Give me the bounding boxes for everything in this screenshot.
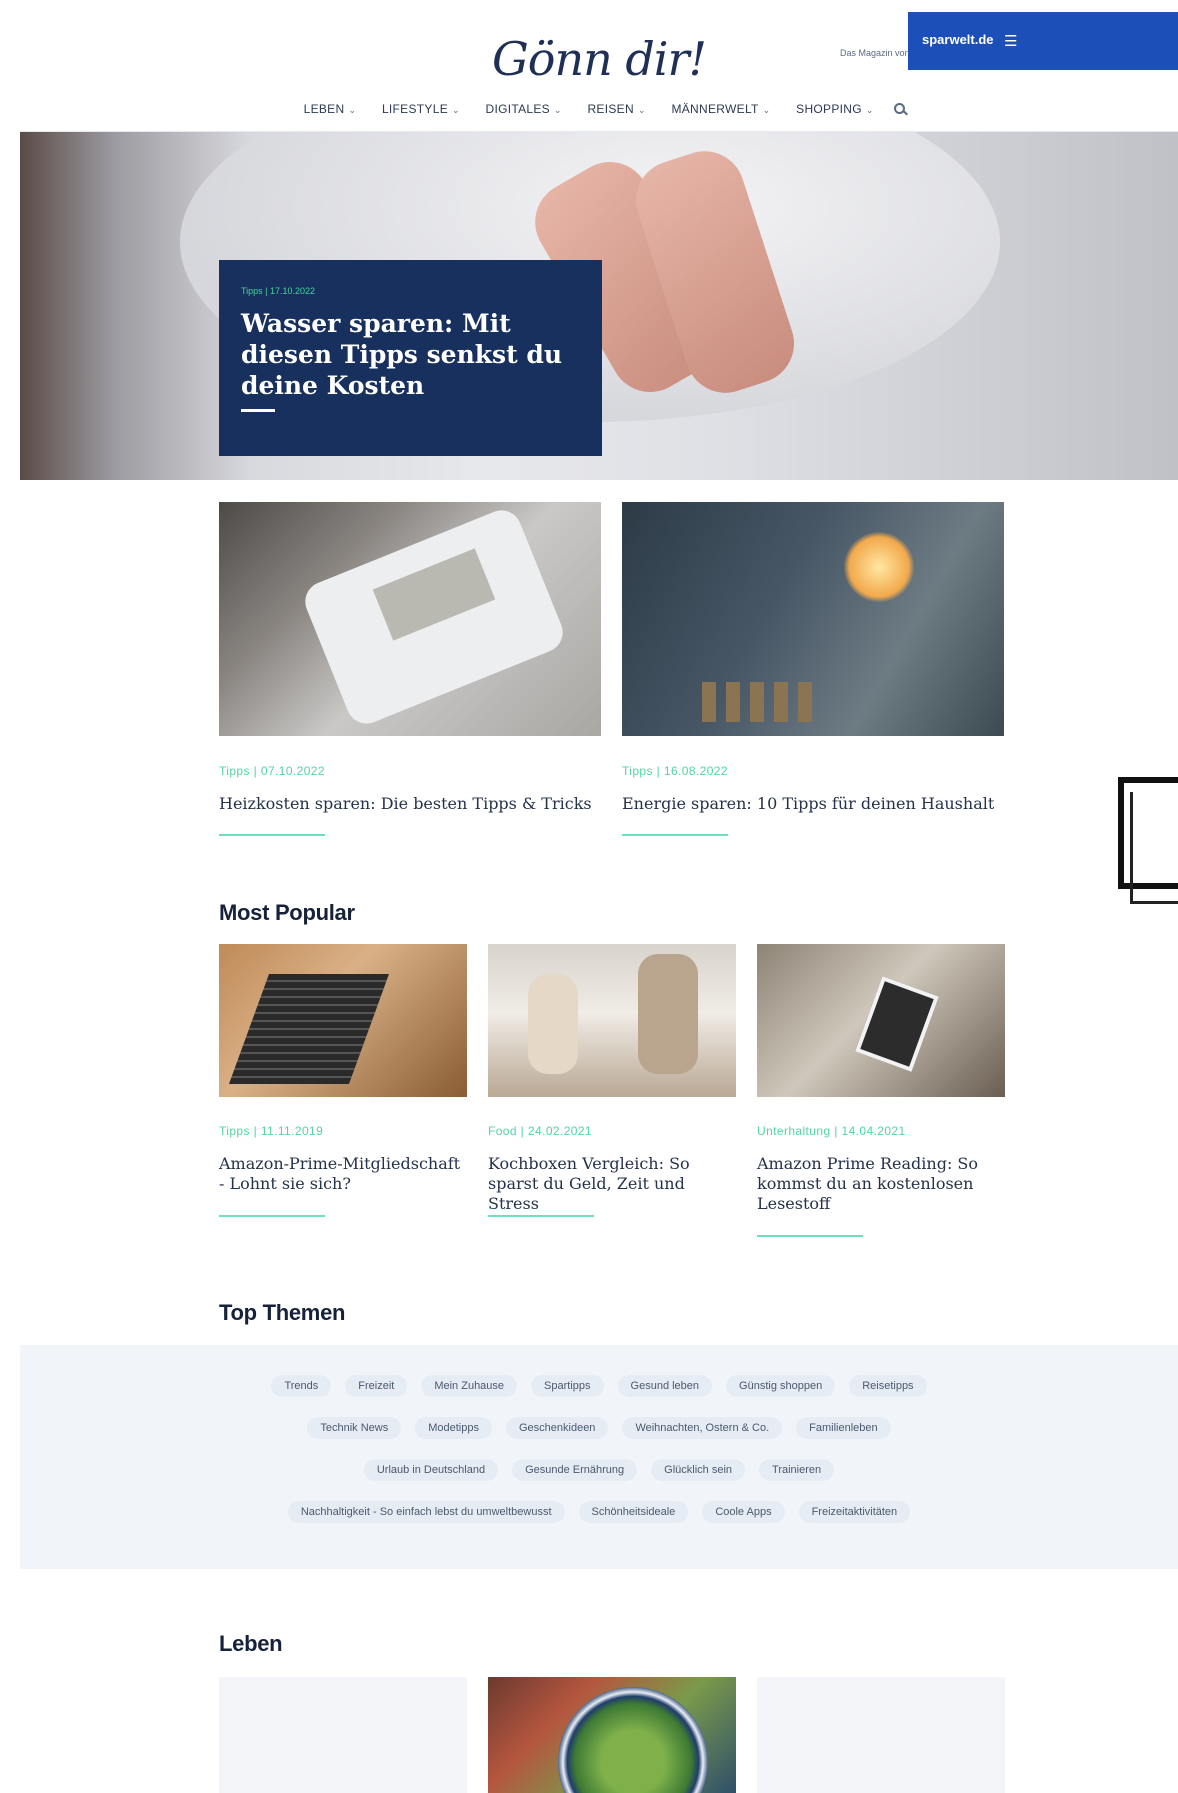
article-image-cooking[interactable] <box>488 944 736 1097</box>
nav-item-maennerwelt[interactable]: MÄNNERWELT ⌄ <box>671 102 770 116</box>
topic-tag[interactable]: Freizeit <box>345 1375 408 1397</box>
topic-tag[interactable]: Geschenkideen <box>505 1417 609 1439</box>
article-title[interactable]: Energie sparen: 10 Tipps für deinen Haus… <box>622 794 1002 814</box>
article-image-salad[interactable] <box>488 1677 736 1793</box>
article-image-placeholder[interactable] <box>219 1677 467 1793</box>
person-shape <box>528 974 578 1074</box>
article-meta: Food | 24.02.2021 <box>488 1124 592 1138</box>
topic-tag[interactable]: Weihnachten, Ostern & Co. <box>622 1417 783 1439</box>
coin-stacks <box>702 682 822 722</box>
article-underline <box>219 1215 325 1217</box>
topic-tag[interactable]: Urlaub in Deutschland <box>363 1459 499 1481</box>
nav-label: LEBEN <box>303 102 345 116</box>
decorative-bracket <box>1130 792 1178 904</box>
article-underline <box>757 1235 863 1237</box>
topic-tag[interactable]: Technik News <box>307 1417 402 1439</box>
article-title[interactable]: Kochboxen Vergleich: So sparst du Geld, … <box>488 1154 738 1214</box>
nav-label: SHOPPING <box>796 102 862 116</box>
nav-label: DIGITALES <box>485 102 550 116</box>
topic-tag[interactable]: Coole Apps <box>702 1501 785 1523</box>
lightbulb-glow <box>844 532 914 602</box>
chevron-down-icon: ⌄ <box>553 105 562 115</box>
topics-band: Trends Freizeit Mein Zuhause Spartipps G… <box>20 1345 1178 1569</box>
nav-item-lifestyle[interactable]: LIFESTYLE ⌄ <box>382 102 460 116</box>
brand-logo[interactable]: sparwelt.de <box>922 32 994 47</box>
brand-bar: sparwelt.de ☰ <box>908 12 1178 70</box>
topic-tag[interactable]: Mein Zuhause <box>421 1375 518 1397</box>
chevron-down-icon: ⌄ <box>865 105 874 115</box>
topic-tag[interactable]: Günstig shoppen <box>726 1375 836 1397</box>
main-nav: LEBEN ⌄ LIFESTYLE ⌄ DIGITALES ⌄ REISEN ⌄ MÄN… <box>20 102 1178 116</box>
section-title-top-themen: Top Themen <box>219 1300 346 1325</box>
article-image-lightbulb[interactable] <box>622 502 1004 736</box>
person-shape <box>638 954 698 1074</box>
topic-tag[interactable]: Gesund leben <box>617 1375 713 1397</box>
section-title-leben: Leben <box>219 1631 283 1656</box>
article-image-thermostat[interactable] <box>219 502 601 736</box>
topic-row: Technik News Modetipps Geschenkideen Wei… <box>20 1417 1178 1439</box>
article-title[interactable]: Amazon Prime Reading: So kommst du an ko… <box>757 1154 987 1214</box>
magazin-note: Das Magazin von <box>840 48 910 58</box>
nav-item-reisen[interactable]: REISEN ⌄ <box>587 102 645 116</box>
chevron-down-icon: ⌄ <box>762 105 771 115</box>
article-title[interactable]: Amazon-Prime-Mitgliedschaft - Lohnt sie … <box>219 1154 469 1194</box>
article-meta: Unterhaltung | 14.04.2021 <box>757 1124 906 1138</box>
nav-item-digitales[interactable]: DIGITALES ⌄ <box>485 102 561 116</box>
nav-label: REISEN <box>587 102 634 116</box>
article-meta: Tipps | 11.11.2019 <box>219 1124 324 1138</box>
article-image-ereader[interactable] <box>757 944 1005 1097</box>
topic-tag[interactable]: Glücklich sein <box>651 1459 746 1481</box>
topic-tag[interactable]: Freizeitaktivitäten <box>798 1501 911 1523</box>
search-icon[interactable] <box>894 103 906 114</box>
article-underline <box>622 834 728 836</box>
article-image-laptop[interactable] <box>219 944 467 1097</box>
topic-tag[interactable]: Nachhaltigkeit - So einfach lebst du umw… <box>287 1501 565 1523</box>
nav-label: MÄNNERWELT <box>671 102 759 116</box>
hero-card[interactable]: Tipps | 17.10.2022 Wasser sparen: Mit di… <box>219 260 602 456</box>
article-image-placeholder[interactable] <box>757 1677 1005 1793</box>
topic-tag[interactable]: Trends <box>271 1375 332 1397</box>
section-title-most-popular: Most Popular <box>219 900 355 925</box>
chevron-down-icon: ⌄ <box>348 105 357 115</box>
topic-tag[interactable]: Reisetipps <box>849 1375 927 1397</box>
chevron-down-icon: ⌄ <box>452 105 460 115</box>
topic-row: Urlaub in Deutschland Gesunde Ernährung … <box>20 1459 1178 1481</box>
topic-row: Trends Freizeit Mein Zuhause Spartipps G… <box>20 1375 1178 1397</box>
nav-item-leben[interactable]: LEBEN ⌄ <box>304 102 357 116</box>
site-header: Gönn dir! Das Magazin von sparwelt.de ☰ … <box>20 10 1178 132</box>
topic-tag[interactable]: Modetipps <box>415 1417 492 1439</box>
article-underline <box>488 1215 594 1217</box>
nav-item-shopping[interactable]: SHOPPING ⌄ <box>796 102 874 116</box>
laptop-keyboard <box>228 974 390 1084</box>
topic-tag[interactable]: Spartipps <box>531 1375 604 1397</box>
hamburger-menu-icon[interactable]: ☰ <box>1004 32 1017 50</box>
topic-tag[interactable]: Trainieren <box>759 1459 835 1481</box>
topic-tag[interactable]: Familienleben <box>796 1417 891 1439</box>
article-meta: Tipps | 16.08.2022 <box>622 764 728 778</box>
hero-banner[interactable]: Tipps | 17.10.2022 Wasser sparen: Mit di… <box>20 132 1178 480</box>
chevron-down-icon: ⌄ <box>637 105 646 115</box>
topic-tag[interactable]: Gesunde Ernährung <box>512 1459 638 1481</box>
topic-row: Nachhaltigkeit - So einfach lebst du umw… <box>20 1501 1178 1523</box>
nav-label: LIFESTYLE <box>381 102 448 116</box>
salad-bowl <box>558 1687 708 1793</box>
article-title[interactable]: Heizkosten sparen: Die besten Tipps & Tr… <box>219 794 599 814</box>
article-meta: Tipps | 07.10.2022 <box>219 764 325 778</box>
hero-title[interactable]: Wasser sparen: Mit diesen Tipps senkst d… <box>241 308 580 401</box>
topic-tag[interactable]: Schönheitsideale <box>578 1501 689 1523</box>
hero-divider <box>241 409 275 412</box>
hero-meta: Tipps | 17.10.2022 <box>241 286 316 296</box>
tablet-shape <box>855 976 939 1072</box>
article-underline <box>219 834 325 836</box>
